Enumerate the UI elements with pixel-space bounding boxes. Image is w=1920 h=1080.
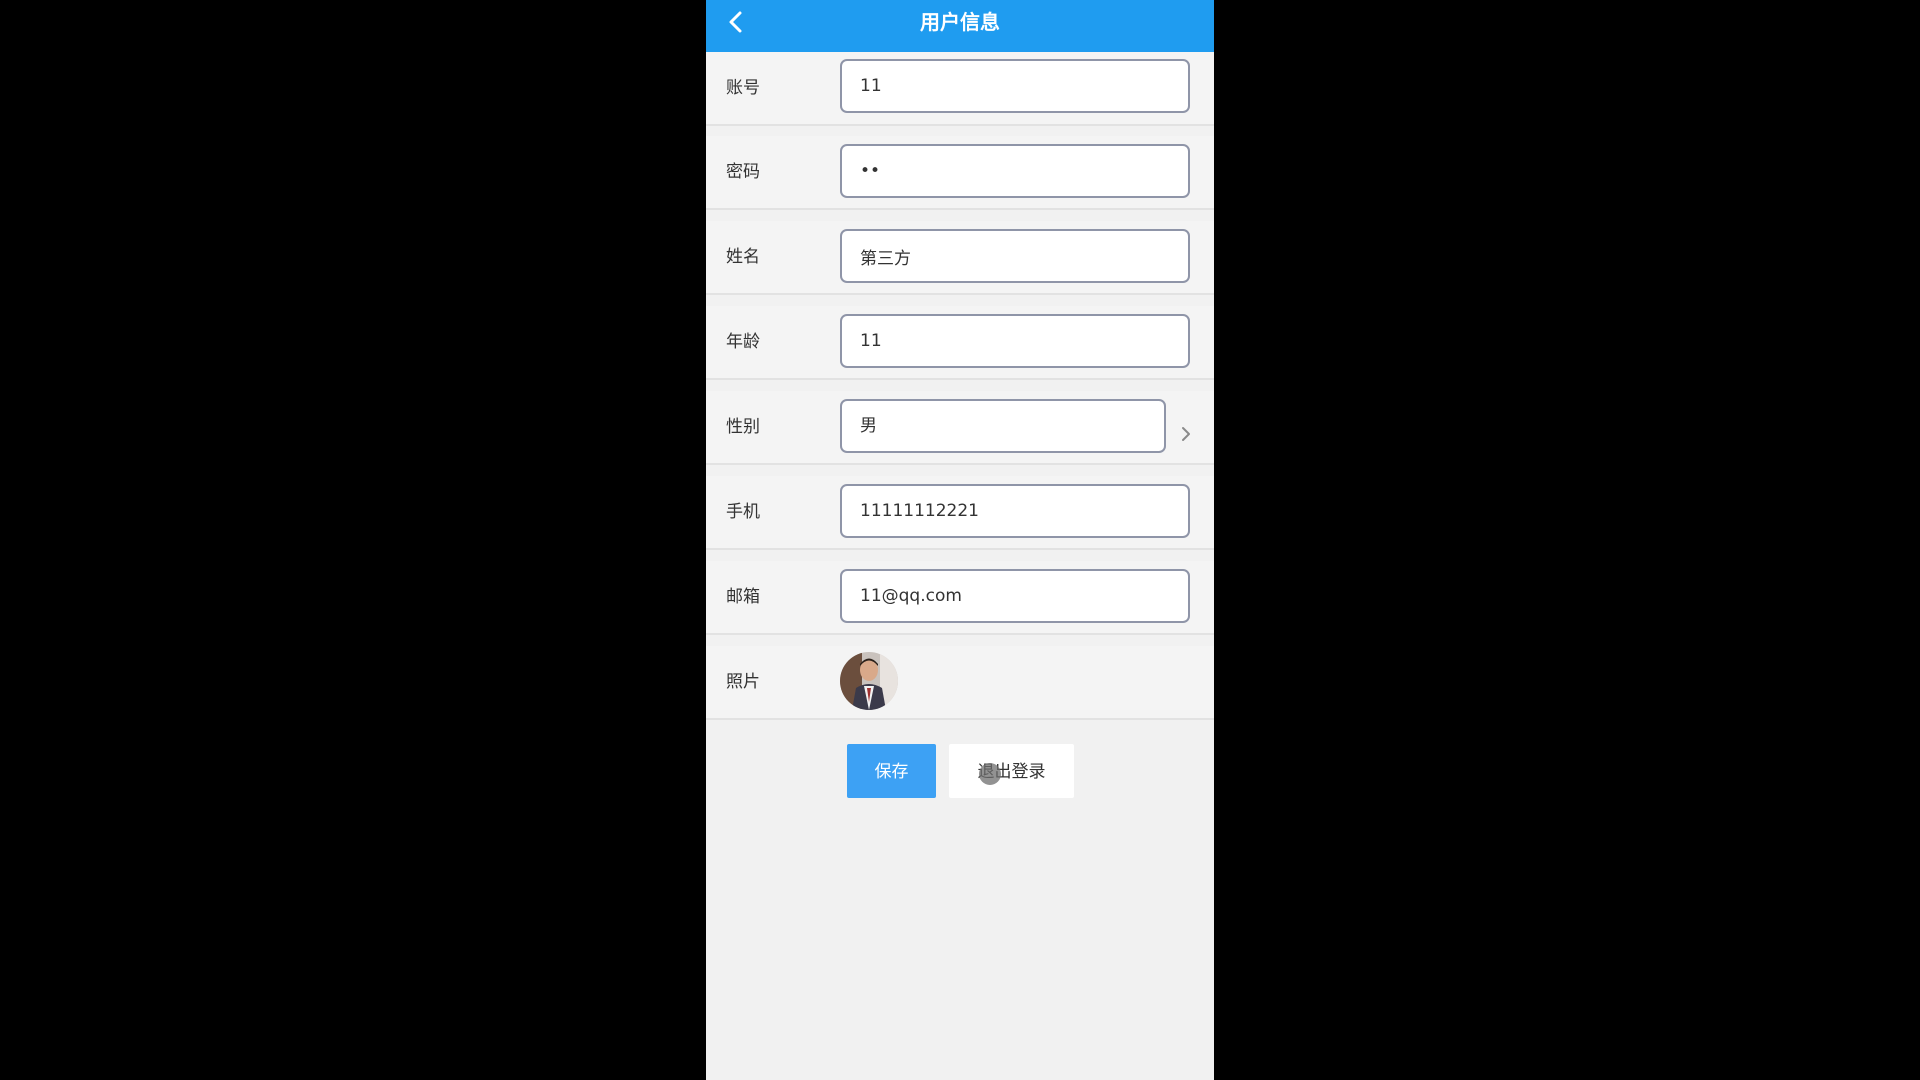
email-label: 邮箱 bbox=[726, 587, 760, 607]
gender-row: 性别 男 bbox=[706, 391, 1214, 465]
password-row: 密码 bbox=[706, 136, 1214, 210]
email-row: 邮箱 bbox=[706, 561, 1214, 635]
name-row: 姓名 bbox=[706, 221, 1214, 295]
avatar-photo bbox=[840, 652, 898, 710]
gender-select[interactable]: 男 bbox=[840, 399, 1166, 453]
name-field[interactable] bbox=[840, 229, 1190, 283]
name-label: 姓名 bbox=[726, 247, 760, 267]
photo-row: 照片 bbox=[706, 646, 1214, 720]
account-field[interactable] bbox=[840, 59, 1190, 113]
touch-cursor bbox=[979, 763, 1001, 785]
phone-field[interactable] bbox=[840, 484, 1190, 538]
chevron-right-icon bbox=[1182, 427, 1190, 441]
app-screen: 用户信息 账号 密码 姓名 年龄 性别 男 手机 邮箱 照片 bbox=[706, 0, 1214, 1080]
phone-row: 手机 bbox=[706, 476, 1214, 550]
password-label: 密码 bbox=[726, 162, 760, 182]
age-row: 年龄 bbox=[706, 306, 1214, 380]
age-label: 年龄 bbox=[726, 332, 760, 352]
logout-button[interactable]: 退出登录 bbox=[949, 744, 1074, 798]
header-bar: 用户信息 bbox=[706, 0, 1214, 52]
photo-label: 照片 bbox=[726, 672, 760, 692]
save-button[interactable]: 保存 bbox=[847, 744, 936, 798]
gender-label: 性别 bbox=[726, 417, 760, 437]
email-field[interactable] bbox=[840, 569, 1190, 623]
phone-label: 手机 bbox=[726, 502, 760, 522]
age-field[interactable] bbox=[840, 314, 1190, 368]
page-title: 用户信息 bbox=[920, 10, 1000, 34]
account-row: 账号 bbox=[706, 52, 1214, 126]
account-label: 账号 bbox=[726, 78, 760, 98]
avatar[interactable] bbox=[840, 652, 898, 710]
password-field[interactable] bbox=[840, 144, 1190, 198]
